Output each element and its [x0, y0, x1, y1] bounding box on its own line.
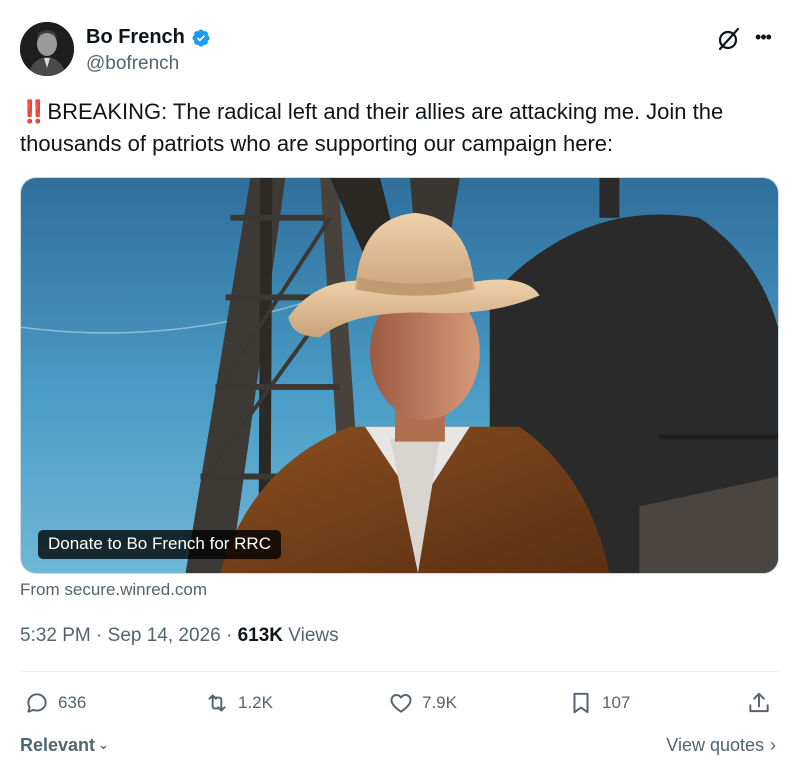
display-name[interactable]: Bo French — [86, 26, 185, 49]
sort-label: Relevant — [20, 735, 96, 755]
grok-icon[interactable] — [716, 26, 742, 52]
tweet-body: BREAKING: The radical left and their all… — [20, 99, 724, 156]
alert-emoji: ‼️ — [20, 99, 47, 124]
tweet-header: Bo French @bofrench ••• — [20, 20, 780, 76]
meta-separator: · — [96, 625, 103, 646]
reply-button[interactable]: 636 — [24, 690, 86, 716]
tweet-text: ‼️BREAKING: The radical left and their a… — [20, 96, 780, 160]
like-button[interactable]: 7.9K — [388, 690, 457, 716]
sort-dropdown[interactable]: Relevant ⌄ — [20, 735, 109, 756]
meta-separator: · — [225, 625, 233, 646]
card-image — [21, 178, 778, 573]
chevron-right-icon: › — [770, 735, 776, 755]
reply-icon — [27, 693, 47, 713]
like-count: 7.9K — [422, 693, 457, 712]
share-button[interactable] — [746, 690, 772, 716]
link-card[interactable]: Donate to Bo French for RRC — [20, 177, 779, 574]
name-row: Bo French — [86, 26, 211, 49]
tweet-meta: 5:32 PM · Sep 14, 2026 · 613K Views — [20, 625, 339, 647]
reply-count: 636 — [58, 693, 87, 712]
divider — [20, 671, 780, 672]
views-label: Views — [288, 625, 339, 646]
verified-badge-icon — [191, 28, 211, 48]
view-quotes-label: View quotes — [666, 735, 764, 755]
more-icon[interactable]: ••• — [750, 24, 776, 50]
action-bar: 636 1.2K 7.9K 107 — [20, 690, 780, 720]
tweet-time[interactable]: 5:32 PM — [20, 625, 91, 646]
avatar-image — [20, 22, 74, 76]
repost-icon — [208, 694, 226, 712]
bookmark-icon — [573, 692, 589, 714]
tweet-date[interactable]: Sep 14, 2026 — [108, 625, 221, 646]
card-source[interactable]: From secure.winred.com — [20, 580, 207, 600]
repost-button[interactable]: 1.2K — [204, 690, 273, 716]
like-icon — [390, 694, 412, 713]
view-quotes-link[interactable]: View quotes › — [666, 735, 776, 756]
bookmark-button[interactable]: 107 — [568, 690, 630, 716]
handle[interactable]: @bofrench — [86, 53, 179, 75]
repost-count: 1.2K — [238, 693, 273, 712]
card-label[interactable]: Donate to Bo French for RRC — [38, 530, 281, 559]
chevron-down-icon: ⌄ — [98, 737, 109, 752]
views-count: 613K — [237, 625, 284, 646]
avatar[interactable] — [20, 22, 74, 76]
share-icon — [749, 692, 769, 713]
reply-controls: Relevant ⌄ View quotes › — [20, 735, 780, 761]
bookmark-count: 107 — [602, 693, 631, 712]
